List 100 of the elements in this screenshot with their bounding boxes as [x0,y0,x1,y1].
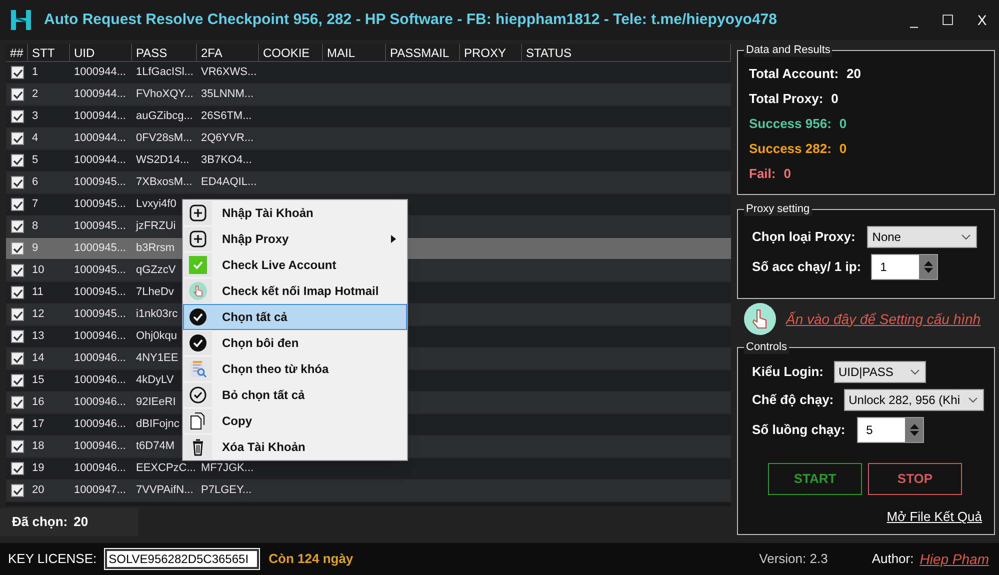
table-cell: 92IEeRI [136,396,176,408]
table-cell: 14 [32,352,44,364]
table-cell: 1000945... [74,176,126,188]
group-title: Proxy setting [744,202,812,216]
stat-label: Success 282: [749,140,832,158]
menu-item-label: Check kết nối Imap Hotmail [222,283,379,300]
table-cell: 7XBxosM... [136,176,192,188]
table-cell: 7VVPAifN... [136,484,194,496]
stat-value: 0 [839,140,847,158]
table-cell: WS2D14... [136,154,190,166]
table-cell: 1000947... [74,484,126,496]
stat-value: 0 [839,114,847,133]
table-cell: 1000945... [74,198,126,210]
field-label: Chế độ chạy: [752,391,834,410]
table-cell: 12 [32,308,44,320]
table-cell: 20 [32,484,44,496]
table-cell: 17 [32,418,44,430]
table-cell: 15 [32,374,44,386]
menu-item-label: Bỏ chọn tất cả [222,387,305,404]
field-label: Số acc chạy/ 1 ip: [752,258,862,276]
author-label: Author: [872,550,914,568]
table-cell: 1000945... [74,264,126,276]
table-cell: MF7JGK... [201,462,254,474]
stat-label: Fail: [749,164,776,183]
selected-count-value: 20 [74,513,88,532]
table-cell: 1000944... [74,132,126,144]
table-cell: Lvxyi4f0 [136,198,176,210]
table-cell: 1000946... [74,352,126,364]
table-cell: 1 [32,66,38,78]
menu-item-label: Chọn bôi đen [222,335,299,352]
table-cell: 9 [32,242,38,254]
stat-label: Total Account: [749,64,839,83]
menu-item-label: Nhập Tài Khoản [222,205,314,222]
menu-item-label: Copy [222,413,252,430]
table-cell: 7LheDv [136,286,174,298]
table-cell: jzFRZUi [136,220,176,232]
group-title: Data and Results [744,43,832,57]
table-cell: 11 [32,286,44,298]
menu-item-label: Chọn theo từ khóa [222,361,329,378]
table-cell: 16 [32,396,44,408]
table-cell: 4NY1EE [136,352,178,364]
table-cell: 1LfGacISl... [136,66,194,78]
menu-item-label: Xóa Tài Khoản [222,439,306,456]
table-cell: auGZibcg... [136,110,193,122]
table-cell: ED4AQIL... [201,176,257,188]
table-cell: Ohj0kqu [136,330,177,342]
table-cell: 35LNNM... [201,88,254,100]
field-label: Kiểu Login: [752,363,824,382]
table-cell: qGZzcV [136,264,176,276]
table-cell: VR6XWS... [201,66,257,78]
table-cell: 8 [32,220,38,232]
table-cell: 1000945... [74,308,126,320]
table-cell: 2 [32,88,38,100]
table-cell: 1000945... [74,242,126,254]
table-cell: 13 [32,330,44,342]
table-cell: 18 [32,440,44,452]
table-cell: 1000944... [74,110,126,122]
table-cell: 1000945... [74,286,126,298]
table-cell: 1000944... [74,154,126,166]
menu-item-label: Nhập Proxy [222,231,289,248]
stat-label: Total Proxy: [749,90,824,108]
table-cell: 4kDyLV [136,374,174,386]
table-cell: t6D74M [136,440,175,452]
table-cell: 6 [32,176,38,188]
stat-value: 0 [784,164,791,183]
table-cell: 1000946... [74,374,126,386]
table-cell: 4 [32,132,38,144]
version-label: Version: 2.3 [759,550,828,568]
window-title: Auto Request Resolve Checkpoint 956, 282 - HP Software - FB: hieppham1812 - Tele: t.me/hiepyoyo478 [44,10,777,30]
stat-value: 20 [846,64,862,83]
table-cell: 5 [32,154,38,166]
table-cell: 26S6TM... [201,110,252,122]
table-cell: 19 [32,462,44,474]
table-cell: 0FV28sM... [136,132,192,144]
table-cell: dBIFojnc [136,418,180,430]
table-cell: 1000944... [74,88,126,100]
table-cell: 1000945... [74,220,126,232]
group-title: Controls [744,340,789,354]
menu-item-label: Check Live Account [222,257,336,274]
selected-count-label: Đã chọn: [12,513,68,532]
table-cell: 3 [32,110,38,122]
table-cell: 1000946... [74,330,126,342]
table-cell: 1000944... [74,66,126,78]
field-label: Chọn loại Proxy: [752,228,856,246]
table-cell: 1000946... [74,418,126,430]
license-label: KEY LICENSE: [8,550,97,568]
table-cell: 3B7KO4... [201,154,252,166]
table-cell: 1000946... [74,440,126,452]
days-left: Còn 124 ngày [268,550,354,568]
menu-item-label: Chọn tất cả [222,309,288,326]
table-cell: FVhoXQY... [136,88,194,100]
table-cell: 2Q6YVR... [201,132,254,144]
table-cell: EEXCPzC... [136,462,196,474]
table-cell: 10 [32,264,44,276]
table-cell: 1000946... [74,396,126,408]
table-cell: i1nk03rc [136,308,178,320]
stat-value: 0 [831,90,838,108]
table-cell: P7LGEY... [201,484,252,496]
field-label: Số luồng chạy: [752,421,846,440]
stat-label: Success 956: [749,114,832,133]
